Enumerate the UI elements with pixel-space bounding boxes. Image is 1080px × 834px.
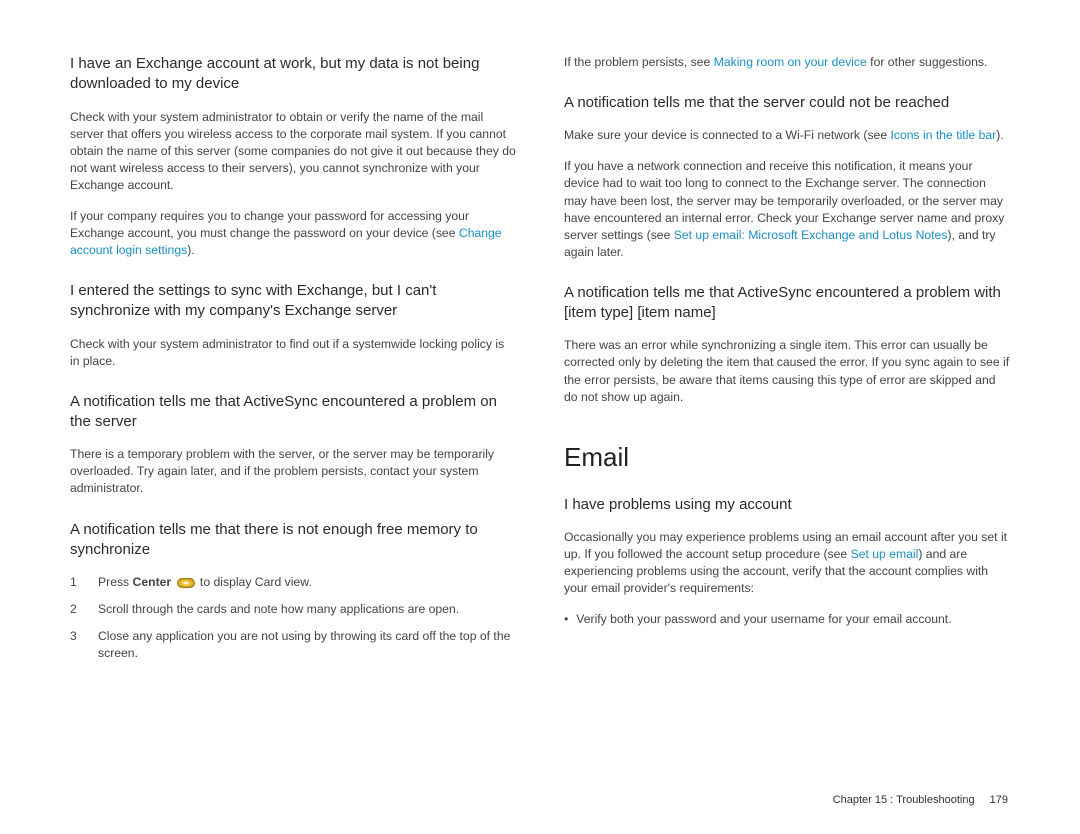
- heading-activesync-item-problem: A notification tells me that ActiveSync …: [564, 283, 1010, 324]
- heading-problems-using-account: I have problems using my account: [564, 495, 1010, 515]
- text-fragment: for other suggestions.: [867, 55, 988, 69]
- link-setup-email-exchange[interactable]: Set up email: Microsoft Exchange and Lot…: [674, 228, 948, 242]
- link-set-up-email[interactable]: Set up email: [851, 547, 919, 561]
- bullet-text: Verify both your password and your usern…: [576, 611, 951, 628]
- page-number: 179: [990, 794, 1008, 806]
- heading-cant-sync-exchange: I entered the settings to sync with Exch…: [70, 281, 516, 322]
- body-text: Make sure your device is connected to a …: [564, 127, 1010, 144]
- text-fragment: to display Card view.: [197, 575, 312, 589]
- heading-activesync-server-problem: A notification tells me that ActiveSync …: [70, 392, 516, 433]
- section-title-email: Email: [564, 442, 1010, 473]
- text-fragment: Press: [98, 575, 133, 589]
- link-icons-title-bar[interactable]: Icons in the title bar: [891, 128, 997, 142]
- step-item: 2 Scroll through the cards and note how …: [70, 601, 516, 618]
- text-fragment: ).: [187, 243, 194, 257]
- text-fragment: ).: [996, 128, 1003, 142]
- body-text: Check with your system administrator to …: [70, 109, 516, 194]
- step-item: 3 Close any application you are not usin…: [70, 628, 516, 662]
- body-text: Check with your system administrator to …: [70, 336, 516, 370]
- step-text: Close any application you are not using …: [98, 628, 516, 662]
- page-footer: Chapter 15 : Troubleshooting 179: [833, 794, 1008, 806]
- center-button-icon: [177, 578, 195, 588]
- left-column: I have an Exchange account at work, but …: [70, 54, 516, 676]
- heading-exchange-not-downloaded: I have an Exchange account at work, but …: [70, 54, 516, 95]
- heading-not-enough-memory: A notification tells me that there is no…: [70, 520, 516, 561]
- page-content: I have an Exchange account at work, but …: [0, 0, 1080, 676]
- body-text: If you have a network connection and rec…: [564, 158, 1010, 260]
- bold-text: Center: [133, 575, 172, 589]
- chapter-label: Chapter 15 : Troubleshooting: [833, 794, 975, 806]
- step-number: 1: [70, 574, 82, 591]
- step-number: 2: [70, 601, 82, 618]
- text-fragment: Make sure your device is connected to a …: [564, 128, 891, 142]
- step-text: Scroll through the cards and note how ma…: [98, 601, 516, 618]
- step-item: 1 Press Center to display Card view.: [70, 574, 516, 591]
- step-number: 3: [70, 628, 82, 662]
- body-text: If the problem persists, see Making room…: [564, 54, 1010, 71]
- steps-list: 1 Press Center to display Card view. 2 S…: [70, 574, 516, 662]
- bullet-marker: •: [564, 611, 568, 628]
- bullet-item: • Verify both your password and your use…: [564, 611, 1010, 628]
- body-text: There was an error while synchronizing a…: [564, 337, 1010, 405]
- right-column: If the problem persists, see Making room…: [564, 54, 1010, 676]
- body-text: There is a temporary problem with the se…: [70, 446, 516, 497]
- heading-server-not-reached: A notification tells me that the server …: [564, 93, 1010, 113]
- text-fragment: If your company requires you to change y…: [70, 209, 469, 240]
- body-text: If your company requires you to change y…: [70, 208, 516, 259]
- step-text: Press Center to display Card view.: [98, 574, 516, 591]
- body-text: Occasionally you may experience problems…: [564, 529, 1010, 597]
- link-making-room[interactable]: Making room on your device: [714, 55, 867, 69]
- text-fragment: If the problem persists, see: [564, 55, 714, 69]
